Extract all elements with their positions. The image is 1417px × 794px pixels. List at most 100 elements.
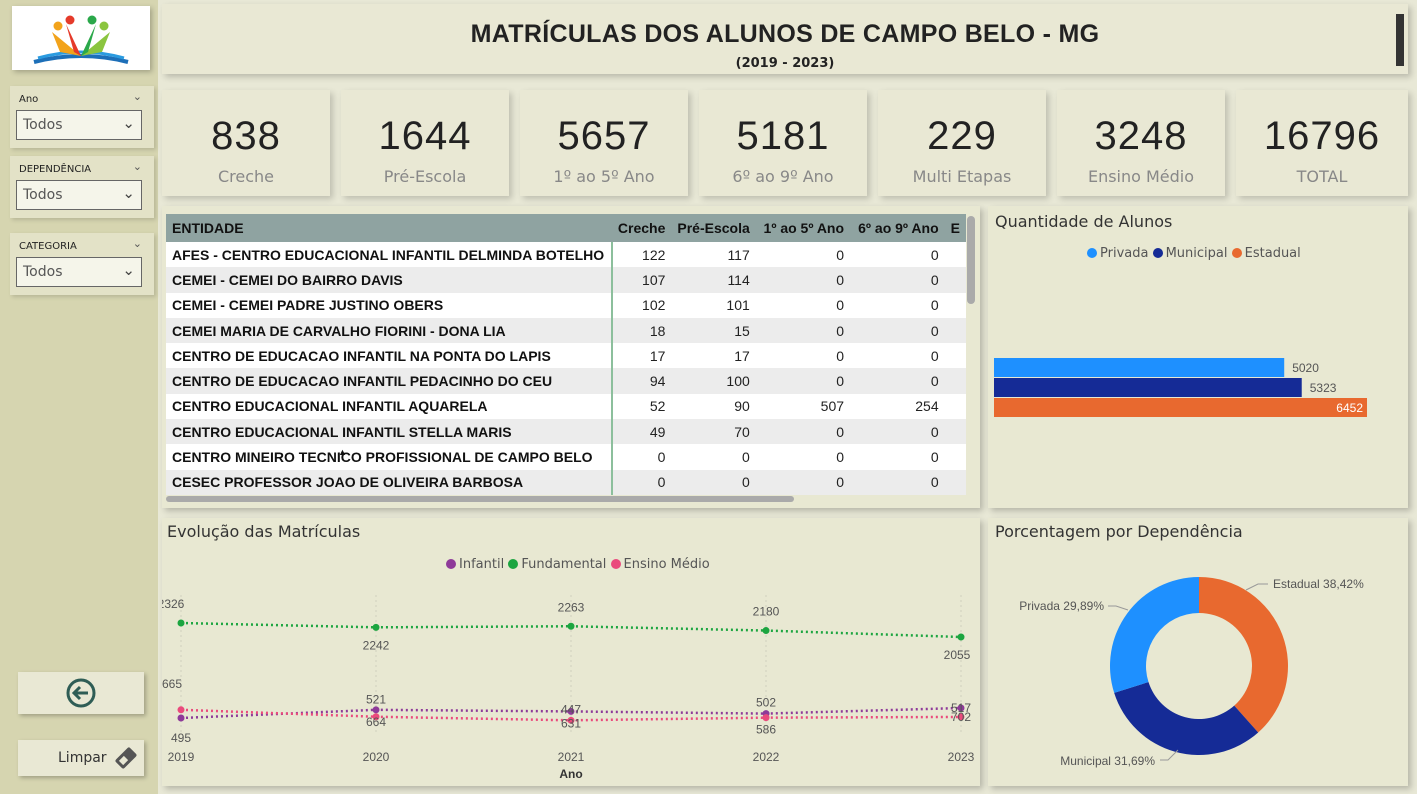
dependencia-dropdown[interactable]: Todos ⌄ [16, 180, 142, 210]
header: MATRÍCULAS DOS ALUNOS DE CAMPO BELO - MG… [162, 4, 1408, 74]
table-cell-value: 507 [755, 393, 851, 420]
logo-image [33, 15, 129, 64]
table-cell-value: 107 [611, 267, 672, 293]
column-header-6-ao-9-ano[interactable]: 6º ao 9º Ano [850, 214, 945, 242]
table-cell-value: 0 [755, 267, 851, 293]
data-label: 495 [171, 731, 191, 745]
filter-dependencia: DEPENDÊNCIA ⌄ Todos ⌄ [10, 156, 154, 218]
table-row[interactable]: CENTRO EDUCACIONAL INFANTIL STELLA MARIS… [166, 419, 966, 445]
table-cell-value: 18 [611, 317, 672, 344]
x-tick-label: 2022 [753, 750, 780, 764]
table-cell-value [944, 444, 966, 470]
x-axis-label: Ano [559, 767, 582, 781]
column-header-creche[interactable]: Creche [611, 214, 672, 242]
x-tick-label: 2020 [363, 750, 390, 764]
kpi-value: 5657 [557, 114, 651, 158]
table-cell-value: 0 [611, 469, 672, 495]
data-label: 631 [561, 716, 581, 730]
kpi-label: Creche [217, 167, 275, 186]
legend-item-municipal: Municipal [1152, 246, 1228, 261]
table-cell-value: 0 [850, 317, 945, 344]
table-cell-value: 0 [611, 444, 672, 470]
table-cell-value [944, 469, 966, 495]
kpi-label: 6º ao 9º Ano [732, 167, 834, 186]
table-row[interactable]: CENTRO DE EDUCACAO INFANTIL NA PONTA DO … [166, 343, 966, 369]
ano-dropdown[interactable]: Todos ⌄ [16, 110, 142, 140]
leader-line [1108, 605, 1129, 611]
data-label: 586 [756, 723, 776, 737]
table-cell-value: 114 [671, 267, 756, 293]
table-cell-value: 49 [611, 419, 672, 445]
kpi-label: Ensino Médio [1087, 167, 1195, 186]
chevron-down-icon[interactable]: ⌄ [133, 237, 142, 250]
x-tick-label: 2023 [948, 750, 975, 764]
table-cell-value: 0 [755, 317, 851, 344]
legend-item-infantil: Infantil [446, 557, 504, 572]
table-cell-value [944, 368, 966, 394]
leader-line [1245, 583, 1268, 591]
sort-ascending-icon: ▲ [338, 447, 347, 457]
back-button[interactable] [18, 672, 144, 714]
clear-button-label: Limpar [58, 750, 107, 766]
table-horizontal-scrollbar[interactable] [166, 496, 794, 502]
categoria-dropdown-value: Todos [23, 264, 63, 280]
legend-item-ensino-medio: Ensino Médio [610, 557, 710, 572]
table-cell-value: 0 [850, 469, 945, 495]
table-row[interactable]: CEMEI - CEMEI DO BAIRRO DAVIS 107 114 0 0 [166, 267, 966, 293]
table-cell-entidade: CENTRO MINEIRO TECNICO PROFISSIONAL DE C… [166, 444, 613, 470]
data-label: 502 [756, 696, 776, 710]
back-arrow-icon [66, 678, 96, 708]
table-row[interactable]: AFES - CENTRO EDUCACIONAL INFANTIL DELMI… [166, 242, 966, 268]
data-label: 664 [366, 715, 386, 729]
table-cell-value: 17 [611, 343, 672, 369]
bar-chart-title: Quantidade de Alunos [995, 212, 1173, 231]
table-cell-entidade: CESEC PROFESSOR JOAO DE OLIVEIRA BARBOSA [166, 469, 613, 495]
table-row[interactable]: CEMEI - CEMEI PADRE JUSTINO OBERS 102 101 0… [166, 292, 966, 318]
data-label: 447 [561, 702, 581, 716]
filter-categoria: CATEGORIA ⌄ Todos ⌄ [10, 233, 154, 295]
data-label: 2242 [363, 638, 390, 652]
data-point [957, 633, 965, 641]
table-cell-value: 0 [755, 419, 851, 445]
data-label: 2263 [558, 600, 585, 614]
ano-dropdown-value: Todos [23, 117, 63, 133]
line-chart-title: Evolução das Matrículas [167, 522, 361, 541]
column-header-entidade[interactable]: ENTIDADE ▲ [166, 214, 612, 457]
clear-button[interactable]: Limpar [18, 740, 144, 776]
kpi-value: 1644 [378, 114, 472, 158]
page-title: MATRÍCULAS DOS ALUNOS DE CAMPO BELO - MG [470, 20, 1100, 48]
logo [12, 6, 150, 70]
donut-label-municipal: Municipal 31,69% [1060, 754, 1155, 768]
data-point [177, 706, 185, 714]
table-cell-entidade: CENTRO EDUCACIONAL INFANTIL AQUARELA [166, 393, 613, 420]
table-row[interactable]: CENTRO MINEIRO TECNICO PROFISSIONAL DE C… [166, 444, 966, 470]
column-header-1-ao-5-ano[interactable]: 1º ao 5º Ano [755, 214, 851, 242]
table-cell-value: 0 [755, 292, 851, 318]
kpi-value: 16796 [1263, 114, 1381, 158]
data-label: 702 [951, 710, 971, 724]
column-header-truncated[interactable]: E [944, 214, 966, 242]
data-label: 665 [162, 677, 182, 691]
chevron-down-icon[interactable]: ⌄ [133, 160, 142, 173]
table-row[interactable]: CENTRO EDUCACIONAL INFANTIL AQUARELA 52 90… [166, 393, 966, 420]
table-cell-entidade: CENTRO DE EDUCACAO INFANTIL NA PONTA DO … [166, 343, 613, 369]
filter-categoria-label: CATEGORIA [19, 241, 77, 252]
kpi-card-pre-escola: 1644 Pré-Escola [341, 90, 509, 196]
table-row[interactable]: CEMEI MARIA DE CARVALHO FIORINI - DONA L… [166, 317, 966, 344]
categoria-dropdown[interactable]: Todos ⌄ [16, 257, 142, 287]
table-cell-value [944, 343, 966, 369]
filter-ano: Ano ⌄ Todos ⌄ [10, 86, 154, 148]
table-row[interactable]: CESEC PROFESSOR JOAO DE OLIVEIRA BARBOSA… [166, 469, 966, 495]
table-cell-value [944, 419, 966, 445]
data-point [762, 714, 770, 722]
kpi-label: Pré-Escola [383, 167, 467, 186]
table-vertical-scrollbar[interactable] [967, 216, 975, 304]
column-header-pre-escola[interactable]: Pré-Escola [671, 214, 756, 242]
filter-ano-label: Ano [19, 94, 39, 105]
chevron-down-icon: ⌄ [122, 114, 135, 132]
data-label: 521 [366, 693, 386, 707]
chevron-down-icon[interactable]: ⌄ [133, 90, 142, 103]
table-cell-entidade: AFES - CENTRO EDUCACIONAL INFANTIL DELMI… [166, 242, 613, 268]
table-cell-value: 0 [850, 343, 945, 369]
table-row[interactable]: CENTRO DE EDUCACAO INFANTIL PEDACINHO DO… [166, 368, 966, 394]
